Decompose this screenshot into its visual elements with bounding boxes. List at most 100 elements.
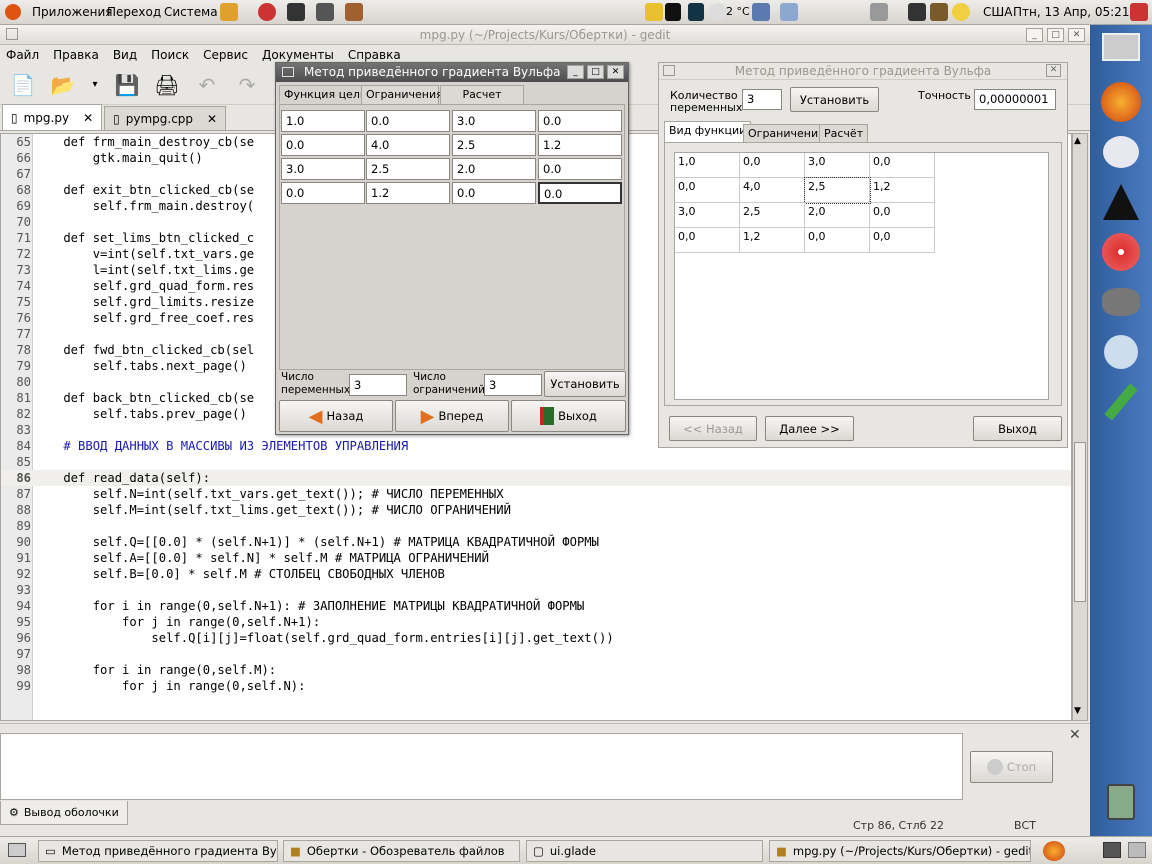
places-menu[interactable]: Переход	[107, 5, 161, 19]
grid-cell[interactable]: 0.0	[452, 182, 536, 204]
menu-view[interactable]: Вид	[113, 48, 137, 62]
logout-icon[interactable]	[1130, 3, 1148, 21]
grid-cell[interactable]: 2,0	[805, 203, 870, 228]
code-line[interactable]: 95 for j in range(0,self.N+1):	[1, 614, 1071, 630]
grid-cell[interactable]: 3,0	[675, 203, 740, 228]
code-line[interactable]: 98 for i in range(0,self.M):	[1, 662, 1071, 678]
undo-icon[interactable]: ↶	[192, 70, 222, 100]
scroll-down-icon[interactable]: ▼	[1074, 706, 1081, 716]
grid-cell[interactable]: 2.0	[452, 158, 536, 180]
maximize-button[interactable]: □	[1047, 28, 1064, 42]
mail-clock-icon[interactable]	[1099, 130, 1143, 174]
close-panel-icon[interactable]: ✕	[1069, 727, 1081, 743]
pencil-icon[interactable]	[1099, 380, 1143, 424]
minimize-button[interactable]: _	[567, 65, 584, 79]
vars-count-input[interactable]: 3	[742, 89, 782, 110]
forward-button[interactable]: ▶ Вперед	[395, 400, 509, 432]
window-menu-icon[interactable]	[282, 67, 294, 77]
panel-divider[interactable]	[0, 723, 1090, 729]
monitor-icon[interactable]	[316, 3, 334, 21]
gimp-icon[interactable]	[1099, 280, 1143, 324]
close-icon[interactable]: ✕	[207, 112, 217, 126]
back-button[interactable]: << Назад	[669, 416, 757, 441]
code-line[interactable]: 85	[1, 454, 1071, 470]
win2-titlebar[interactable]: Метод приведённого градиента Вульфа ✕	[659, 63, 1067, 80]
bulb-icon[interactable]	[952, 3, 970, 21]
grid-cell[interactable]: 0,0	[805, 228, 870, 253]
firefox-tray-icon[interactable]	[1043, 841, 1065, 861]
code-line[interactable]: 97	[1, 646, 1071, 662]
terminal-icon[interactable]	[287, 3, 305, 21]
grid-cell[interactable]: 0,0	[675, 228, 740, 253]
grid-cell[interactable]: 3,0	[805, 153, 870, 178]
next-button[interactable]: Далее >>	[765, 416, 854, 441]
exit-button[interactable]: Выход	[511, 400, 626, 432]
new-document-icon[interactable]: 📄	[8, 70, 38, 100]
code-line[interactable]: 89	[1, 518, 1071, 534]
notes-icon[interactable]	[345, 3, 363, 21]
inkscape-icon[interactable]	[1099, 180, 1143, 224]
tab-calc[interactable]: Расчёт	[819, 124, 869, 143]
grid-cell[interactable]: 0.0	[538, 110, 622, 132]
keyboard-icon[interactable]	[908, 3, 926, 21]
code-line[interactable]: 90 self.Q=[[0.0] * (self.N+1)] * (self.N…	[1, 534, 1071, 550]
code-line[interactable]: 88 self.M=int(self.txt_lims.get_text());…	[1, 502, 1071, 518]
code-line[interactable]: 92 self.B=[0.0] * self.M # СТОЛБЕЦ СВОБО…	[1, 566, 1071, 582]
grid-cell[interactable]: 1.2	[366, 182, 450, 204]
menu-documents[interactable]: Документы	[262, 48, 334, 62]
grid-cell[interactable]: 2.5	[452, 134, 536, 156]
clock[interactable]: Птн, 13 Апр, 05:21:10	[1013, 5, 1149, 19]
grid-cell[interactable]: 2,5	[740, 203, 805, 228]
network-icon[interactable]	[752, 3, 770, 21]
save-icon[interactable]: 💾	[112, 70, 142, 100]
grid-cell[interactable]: 0.0	[366, 110, 450, 132]
tab-mpg-py[interactable]: ▯ mpg.py ✕	[2, 104, 103, 130]
scroll-up-icon[interactable]: ▲	[1074, 136, 1081, 146]
task-glade[interactable]: ▢ ui.glade	[526, 840, 763, 862]
function-grid[interactable]: 1,0 0,0 3,0 0,0 0,0 4,0 2,5 1,2 3,0 2,5 2,0 0,0 0,0 1…	[674, 152, 1049, 400]
close-button[interactable]: ✕	[607, 65, 624, 79]
tab-calculation[interactable]: Расчет	[440, 85, 524, 104]
window-menu-icon[interactable]	[663, 65, 675, 76]
cd-player-icon[interactable]	[1099, 230, 1143, 274]
grid-cell[interactable]: 3.0	[452, 110, 536, 132]
applications-menu[interactable]: Приложения	[32, 5, 113, 19]
grid-cell[interactable]: 0,0	[870, 153, 935, 178]
grid-cell[interactable]: 0,0	[870, 203, 935, 228]
grid-cell[interactable]: 0.0	[538, 182, 622, 204]
folder-icon[interactable]	[645, 3, 663, 21]
workspace-2[interactable]	[1128, 842, 1146, 858]
set-vars-button[interactable]: Установить	[790, 87, 879, 112]
launcher-icon[interactable]	[220, 3, 238, 21]
open-icon[interactable]: 📂	[48, 70, 78, 100]
menu-file[interactable]: Файл	[6, 48, 39, 62]
print-icon[interactable]: 🖨	[152, 70, 182, 100]
maximize-button[interactable]: □	[587, 65, 604, 79]
grid-cell[interactable]: 0,0	[870, 228, 935, 253]
package-icon[interactable]	[930, 3, 948, 21]
workspace-1[interactable]	[1103, 842, 1121, 858]
grid-cell[interactable]: 3.0	[281, 158, 365, 180]
close-icon[interactable]: ✕	[83, 111, 93, 125]
precision-input[interactable]: 0,00000001	[974, 89, 1056, 110]
grid-cell[interactable]: 1,2	[870, 178, 935, 203]
grid-cell[interactable]: 2.5	[366, 158, 450, 180]
gedit-titlebar[interactable]: mpg.py (~/Projects/Kurs/Обертки) - gedit…	[0, 25, 1090, 45]
tab-pympg-cpp[interactable]: ▯ pympg.cpp ✕	[104, 106, 227, 130]
grid-cell[interactable]: 0,0	[675, 178, 740, 203]
scroll-thumb[interactable]	[1074, 442, 1086, 602]
weather-icon[interactable]	[709, 3, 727, 21]
vars-input[interactable]: 3	[349, 374, 407, 396]
code-line[interactable]: 91 self.A=[[0.0] * self.N] * self.M # МА…	[1, 550, 1071, 566]
code-line[interactable]: 99 for j in range(0,self.N):	[1, 678, 1071, 694]
win1-titlebar[interactable]: Метод приведённого градиента Вульфа _ □ …	[276, 63, 628, 82]
grid-cell[interactable]: 1,2	[740, 228, 805, 253]
grid-cell[interactable]: 4.0	[366, 134, 450, 156]
menu-search[interactable]: Поиск	[151, 48, 189, 62]
code-line[interactable]: 86 def read_data(self):	[1, 470, 1071, 486]
computer-icon[interactable]	[1099, 25, 1143, 69]
grid-cell[interactable]: 0.0	[281, 134, 365, 156]
system-menu[interactable]: Система	[164, 5, 218, 19]
ubuntu-logo-icon[interactable]	[5, 4, 21, 20]
editor-scrollbar[interactable]: ▲ ▼	[1072, 133, 1088, 721]
